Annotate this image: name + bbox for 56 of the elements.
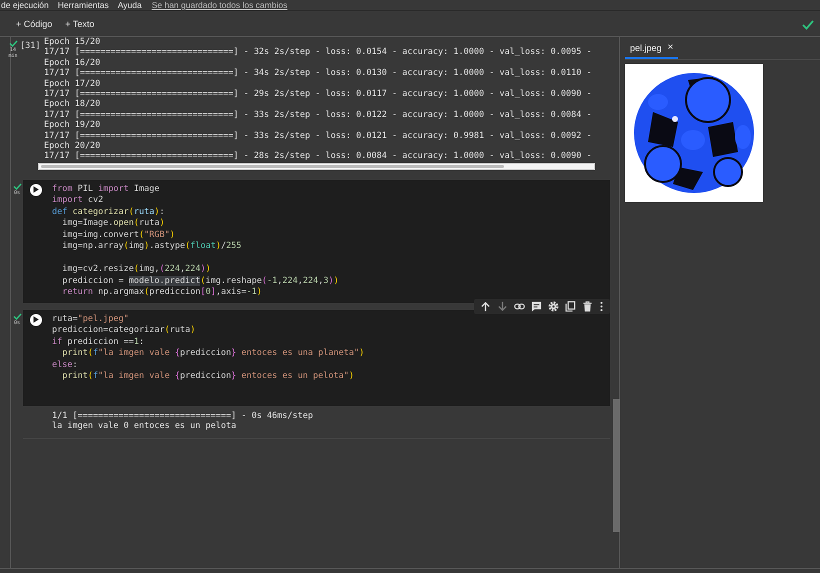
menu-item[interactable]: Herramientas bbox=[58, 0, 109, 10]
code-line: ruta="pel.jpeg" bbox=[52, 314, 130, 326]
vertical-scrollbar[interactable] bbox=[613, 399, 620, 532]
output-line: Epoch 15/20 bbox=[44, 37, 102, 48]
output-line: Epoch 17/20 bbox=[44, 78, 102, 90]
delete-icon[interactable] bbox=[582, 300, 593, 312]
code-line: if prediccion ==1: bbox=[52, 336, 146, 348]
code-line: img=cv2.resize(img,(224,224)) bbox=[61, 264, 212, 276]
output-line: 17/17 [==============================] - 32s 2s/step - loss: 0.0154 - accuracy: 1.0000 - val_loss: 0.0095 - bbox=[44, 47, 593, 58]
output-line: la imgen vale 0 entoces es un pelota bbox=[52, 421, 238, 432]
add-cell-button[interactable]: + Texto bbox=[61, 16, 98, 30]
comment-icon[interactable] bbox=[531, 300, 542, 312]
code-line: import cv2 bbox=[52, 195, 104, 207]
code-editor[interactable]: ruta="pel.jpeg" prediccion=categorizar(ruta) if prediccion ==1: print(f"la imgen vale {prediccion} entoces es una planeta") else: print(f"la imgen vale {prediccion} entoces es un pelota") bbox=[23, 310, 610, 406]
output-line: 17/17 [==============================] - 33s 2s/step - loss: 0.0122 - accuracy: 1.0000 - val_loss: 0.0084 - bbox=[44, 110, 593, 120]
save-status-link[interactable]: Se han guardado todos los cambios bbox=[152, 0, 288, 10]
code-line: return np.argmax(prediccion[0],axis=-1) bbox=[61, 287, 263, 299]
output-line: 1/1 [==============================] - 0s 46ms/step bbox=[52, 410, 314, 422]
move-up-icon[interactable] bbox=[480, 300, 491, 312]
code-line: img=Image.open(ruta) bbox=[61, 218, 166, 230]
more-icon[interactable] bbox=[599, 300, 604, 312]
horizontal-scrollbar[interactable] bbox=[38, 162, 595, 170]
code-line: prediccion = modelo.predict(img.reshape(-1,224,224,3)) bbox=[61, 276, 340, 288]
code-line: print(f"la imgen vale {prediccion} entoces es un pelota") bbox=[61, 371, 355, 383]
output-line: 17/17 [==============================] - 34s 2s/step - loss: 0.0130 - accuracy: 1.0000 - val_loss: 0.0110 - bbox=[44, 68, 593, 79]
file-tab[interactable]: pel.jpeg × bbox=[625, 42, 678, 59]
code-line: img=img.convert("RGB") bbox=[61, 230, 176, 242]
output-line: Epoch 20/20 bbox=[44, 141, 102, 152]
code-editor[interactable] bbox=[23, 180, 610, 303]
code-line: def categorizar(ruta): bbox=[52, 206, 166, 218]
execution-count: [31] bbox=[20, 40, 42, 53]
code-line: else: bbox=[52, 360, 79, 372]
play-icon bbox=[33, 316, 39, 324]
output-line: 17/17 [==============================] - 29s 2s/step - loss: 0.0117 - accuracy: 1.0000 - val_loss: 0.0090 - bbox=[44, 89, 593, 100]
play-icon bbox=[33, 186, 39, 194]
output-line: Epoch 19/20 bbox=[44, 120, 102, 131]
menu-item[interactable]: Ayuda bbox=[118, 0, 142, 10]
menu-item[interactable]: de ejecución bbox=[1, 0, 49, 10]
check-icon bbox=[802, 20, 814, 30]
output-line: 17/17 [==============================] - 28s 2s/step - loss: 0.0084 - accuracy: 1.0000 - val_loss: 0.0090 - bbox=[44, 151, 593, 162]
link-icon[interactable] bbox=[514, 300, 525, 312]
copy-icon[interactable] bbox=[565, 300, 576, 312]
run-cell-button[interactable] bbox=[30, 314, 42, 326]
code-line: print(f"la imgen vale {prediccion} entoces es una planeta") bbox=[61, 348, 366, 360]
output-line: Epoch 16/20 bbox=[44, 58, 102, 68]
code-line: from PIL import Image bbox=[52, 184, 161, 196]
output-line: Epoch 18/20 bbox=[44, 99, 102, 110]
settings-icon[interactable] bbox=[548, 300, 559, 312]
output-line: 17/17 [==============================] - 33s 2s/step - loss: 0.0121 - accuracy: 0.9981 - val_loss: 0.0092 - bbox=[44, 130, 593, 142]
close-tab-button[interactable]: × bbox=[668, 42, 674, 53]
code-line: prediccion=categorizar(ruta) bbox=[52, 325, 196, 337]
code-line: img=np.array(img).astype(float)/255 bbox=[61, 241, 242, 253]
move-down-icon[interactable] bbox=[497, 300, 508, 312]
add-cell-button[interactable]: + Código bbox=[12, 16, 56, 30]
run-cell-button[interactable] bbox=[30, 184, 42, 196]
tab-label: pel.jpeg bbox=[630, 42, 662, 52]
